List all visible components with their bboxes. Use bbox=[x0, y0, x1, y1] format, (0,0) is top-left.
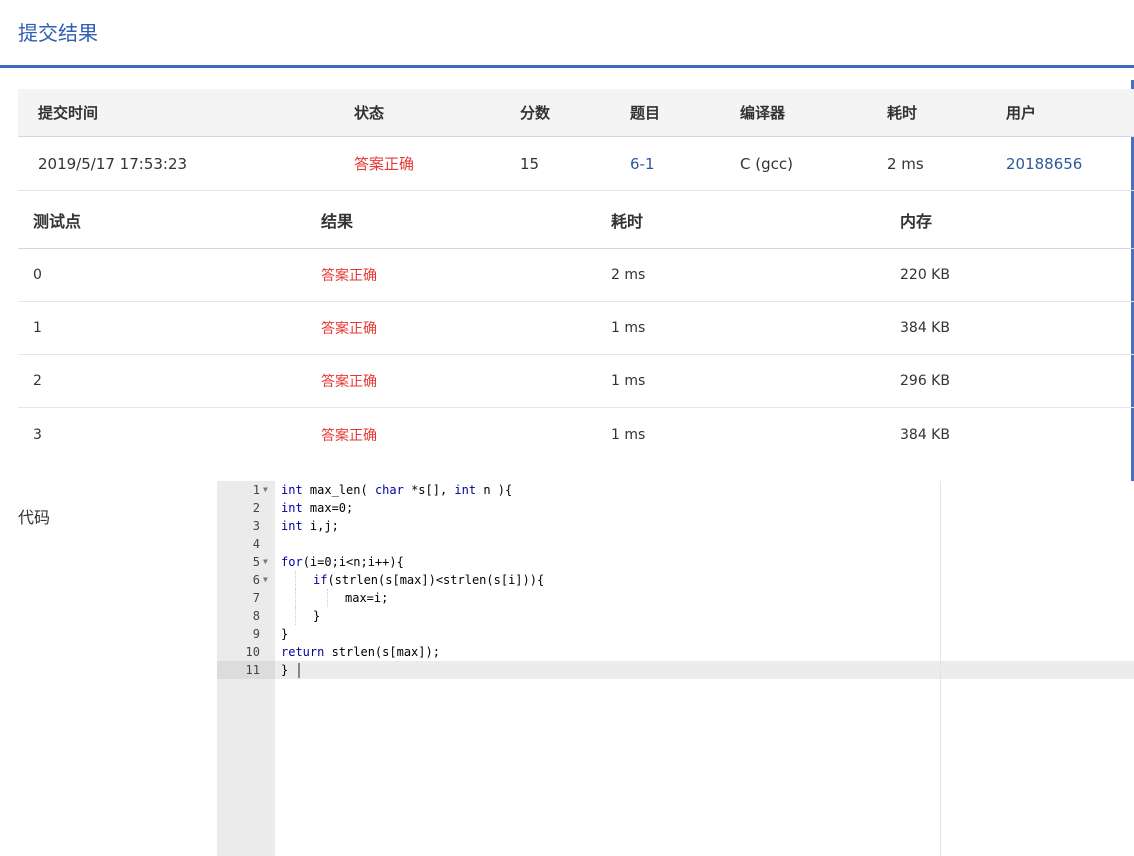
case-duration: 1 ms bbox=[611, 426, 646, 443]
code-text: if(strlen(s[max])<strlen(s[i])){ bbox=[313, 573, 545, 587]
case-duration: 2 ms bbox=[611, 267, 646, 283]
case-duration: 1 ms bbox=[611, 320, 646, 336]
code-text: for(i=0;i<n;i++){ bbox=[281, 555, 404, 569]
case-result: 答案正确 bbox=[321, 321, 377, 337]
line-number: 9 bbox=[252, 627, 260, 641]
summary-row: 2019/5/17 17:53:23 答案正确 15 6-1 C (gcc) 2… bbox=[18, 137, 1134, 191]
table-row: 2 答案正确 1 ms 296 KB bbox=[18, 355, 1134, 408]
code-text: return strlen(s[max]); bbox=[281, 645, 440, 659]
fold-arrow-icon[interactable]: ▼ bbox=[263, 553, 268, 571]
submit-time: 2019/5/17 17:53:23 bbox=[38, 154, 188, 173]
header-duration: 耗时 bbox=[887, 104, 918, 122]
status-badge: 答案正确 bbox=[354, 155, 415, 173]
score-value: 15 bbox=[520, 154, 540, 173]
header-result: 结果 bbox=[321, 211, 354, 231]
header-score: 分数 bbox=[520, 104, 551, 122]
code-line[interactable]: 9} bbox=[217, 625, 1134, 643]
case-duration: 1 ms bbox=[611, 373, 646, 389]
code-text: } bbox=[281, 627, 289, 641]
case-id: 0 bbox=[33, 267, 42, 283]
case-result: 答案正确 bbox=[321, 268, 377, 284]
header-user: 用户 bbox=[1006, 104, 1037, 122]
summary-header-row: 提交时间 状态 分数 题目 编译器 耗时 用户 bbox=[18, 89, 1134, 137]
compiler-value: C (gcc) bbox=[740, 154, 793, 173]
table-row: 1 答案正确 1 ms 384 KB bbox=[18, 302, 1134, 355]
indent-guide bbox=[295, 571, 296, 589]
line-number: 8 bbox=[252, 609, 260, 623]
indent-guide bbox=[295, 589, 296, 607]
header-problem: 题目 bbox=[630, 104, 661, 122]
case-memory: 220 KB bbox=[900, 267, 950, 283]
header-compiler: 编译器 bbox=[740, 104, 786, 122]
fold-arrow-icon[interactable]: ▼ bbox=[263, 571, 268, 589]
header-case-duration: 耗时 bbox=[611, 211, 644, 231]
case-memory: 296 KB bbox=[900, 373, 950, 389]
case-result: 答案正确 bbox=[321, 427, 377, 444]
code-line[interactable]: 1 ▼ int max_len( char *s[], int n ){ bbox=[217, 481, 1134, 499]
line-number: 3 bbox=[252, 519, 260, 533]
fold-arrow-icon[interactable]: ▼ bbox=[263, 481, 268, 499]
indent-guide bbox=[327, 589, 328, 607]
line-number: 4 bbox=[252, 537, 260, 551]
code-text: int i,j; bbox=[281, 519, 339, 533]
line-number: 1 bbox=[252, 483, 260, 497]
table-row: 0 答案正确 2 ms 220 KB bbox=[18, 249, 1134, 302]
code-text: max=i; bbox=[345, 591, 389, 605]
code-line[interactable]: 3 int i,j; bbox=[217, 517, 1134, 535]
code-line[interactable]: 7 max=i; bbox=[217, 589, 1134, 607]
line-number: 10 bbox=[245, 645, 260, 659]
header-test-case: 测试点 bbox=[33, 211, 82, 231]
page-header: 提交结果 bbox=[0, 0, 1134, 68]
line-number: 5 bbox=[252, 555, 260, 569]
header-memory: 内存 bbox=[900, 211, 933, 231]
code-text: int max_len( char *s[], int n ){ bbox=[281, 483, 513, 497]
header-submit-time: 提交时间 bbox=[38, 104, 99, 122]
code-line[interactable]: 4 bbox=[217, 535, 1134, 553]
line-number: 7 bbox=[252, 591, 260, 605]
case-id: 3 bbox=[33, 426, 42, 443]
user-link[interactable]: 20188656 bbox=[1006, 137, 1082, 190]
code-line[interactable]: 11} bbox=[217, 661, 1134, 679]
case-memory: 384 KB bbox=[900, 320, 950, 336]
code-line[interactable]: 2 int max=0; bbox=[217, 499, 1134, 517]
page-title: 提交结果 bbox=[18, 21, 98, 45]
line-number: 6 bbox=[252, 573, 260, 587]
cases-header-row: 测试点 结果 耗时 内存 bbox=[18, 191, 1134, 249]
line-number: 11 bbox=[245, 663, 260, 677]
indent-guide bbox=[295, 607, 296, 625]
submission-summary-table: 提交时间 状态 分数 题目 编译器 耗时 用户 2019/5/17 17:53:… bbox=[18, 89, 1134, 191]
header-status: 状态 bbox=[354, 104, 385, 122]
code-line[interactable]: 6 ▼ if(strlen(s[max])<strlen(s[i])){ bbox=[217, 571, 1134, 589]
case-memory: 384 KB bbox=[900, 426, 950, 443]
code-line[interactable]: 10 return strlen(s[max]); bbox=[217, 643, 1134, 661]
problem-link[interactable]: 6-1 bbox=[630, 137, 655, 190]
code-line[interactable]: 8} bbox=[217, 607, 1134, 625]
duration-value: 2 ms bbox=[887, 154, 924, 173]
code-editor[interactable]: 1 ▼ int max_len( char *s[], int n ){2 int m… bbox=[217, 481, 1134, 856]
test-case-table: 测试点 结果 耗时 内存 0 答案正确 2 ms 220 KB 1 答案正确 1… bbox=[18, 191, 1134, 461]
line-number: 2 bbox=[252, 501, 260, 515]
case-id: 2 bbox=[33, 373, 42, 389]
table-row: 3 答案正确 1 ms 384 KB bbox=[18, 408, 1134, 461]
code-label: 代码 bbox=[18, 508, 51, 527]
case-id: 1 bbox=[33, 320, 42, 336]
code-text: int max=0; bbox=[281, 501, 354, 515]
case-result: 答案正确 bbox=[321, 374, 377, 390]
text-cursor bbox=[298, 663, 300, 678]
code-text: } bbox=[281, 663, 289, 677]
code-line[interactable]: 5 ▼ for(i=0;i<n;i++){ bbox=[217, 553, 1134, 571]
code-text: } bbox=[313, 609, 321, 623]
